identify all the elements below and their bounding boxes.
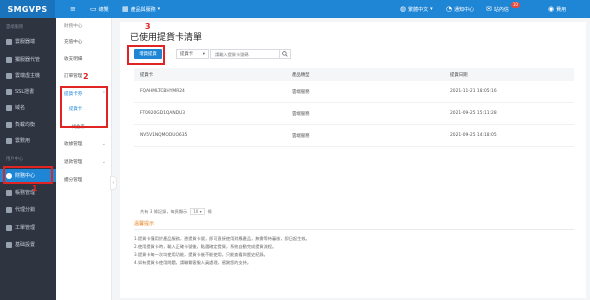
table-row: FQAHMLTCBHYMR24 雲端服務 2021-11-21 18:05:16 bbox=[134, 81, 574, 103]
pager-unit: 條 bbox=[207, 208, 212, 214]
finance-submenu: 財務中心 充值中心 收支明細 訂單管理 提貨卡券 ⌃ 提貨卡 • 代金券 收據管理… bbox=[56, 18, 112, 300]
domain-icon bbox=[6, 104, 12, 111]
rack-icon bbox=[6, 56, 12, 63]
column-header-card: 提貨卡 bbox=[140, 72, 154, 78]
balance-icon bbox=[6, 121, 12, 128]
message-count-badge: 10 bbox=[510, 2, 520, 8]
cell-product-type: 雲端服務 bbox=[292, 133, 310, 139]
billing-icon bbox=[6, 189, 12, 196]
annotation-number-3: 3 bbox=[145, 22, 151, 31]
sidebar-item-load-balance[interactable]: 負載均衡 bbox=[0, 118, 56, 131]
sidebar-item-settings[interactable]: 基础設置 bbox=[0, 238, 56, 251]
hamburger-icon: ≡ bbox=[70, 4, 76, 13]
coin-icon: ◉ bbox=[548, 4, 555, 13]
pager-total: 共有 3 條記錄，每頁顯示 bbox=[140, 208, 188, 214]
mail-icon: ✉ bbox=[486, 4, 492, 13]
submenu-header: 財務中心 bbox=[64, 24, 83, 29]
monitor-icon: ▭ bbox=[90, 4, 97, 13]
submenu-item-refunds[interactable]: 退款管理 ⌄ bbox=[56, 156, 112, 168]
column-header-date: 提貨日期 bbox=[450, 72, 468, 78]
tip-line: 4.如有提貨卡使用問題，請聯繫客服人員處理，感謝您的支持。 bbox=[134, 260, 252, 265]
sidebar-item-cloud-server[interactable]: 雲服器端 bbox=[0, 35, 56, 48]
globe-icon: ◍ bbox=[400, 4, 407, 13]
annotation-box-2 bbox=[60, 86, 108, 128]
sidebar-section-user: 用戶中心 bbox=[6, 157, 24, 162]
chevron-left-icon: ‹ bbox=[112, 180, 115, 186]
annotation-number-2: 2 bbox=[83, 72, 89, 81]
pagination: 共有 3 條記錄，每頁顯示 10 ▾ 條 bbox=[140, 208, 212, 215]
tips-divider bbox=[134, 229, 574, 230]
submenu-item-recharge[interactable]: 充值中心 bbox=[56, 36, 112, 48]
top-bar: SMGVPS ≡ ▭ 總覽 ▦ 產品與服務 ▾ ◍ 繁體中文 ▾ ◔ 通知中心 … bbox=[0, 0, 590, 18]
server-icon bbox=[6, 38, 12, 45]
chevron-down-icon: ⌄ bbox=[101, 141, 106, 147]
cell-card-number: FT0920GD1QANDU3 bbox=[140, 111, 186, 116]
grid-icon: ▦ bbox=[122, 4, 129, 13]
table-header: 提貨卡 產品類型 提貨日期 bbox=[134, 68, 574, 81]
table-row: FT0920GD1QANDU3 雲端服務 2021-09-25 15:11:28 bbox=[134, 103, 574, 125]
search-button[interactable] bbox=[280, 49, 291, 59]
menu-toggle-button[interactable]: ≡ bbox=[70, 4, 76, 14]
database-icon bbox=[6, 137, 12, 144]
page-title: 已使用提貨卡清單 bbox=[130, 33, 203, 43]
brand-logo[interactable]: SMGVPS bbox=[0, 0, 55, 18]
annotation-box-1 bbox=[3, 166, 53, 184]
submenu-collapse-handle[interactable]: ‹ bbox=[110, 176, 117, 190]
tips-list: 1.提貨卡僅用於產品服務，憑提貨卡號，即可直接使用對應產品，無需等待審核，即日起… bbox=[134, 235, 574, 267]
chevron-down-icon: ▾ bbox=[202, 51, 205, 57]
sidebar-item-dedicated[interactable]: 獨服器代管 bbox=[0, 53, 56, 66]
account-menu[interactable]: ◉ 費用 bbox=[548, 4, 566, 14]
products-menu[interactable]: ▦ 產品與服務 ▾ bbox=[122, 4, 160, 14]
sidebar-item-domain[interactable]: 域名 bbox=[0, 101, 56, 114]
messages-link[interactable]: ✉ 站內信 10 bbox=[486, 2, 520, 14]
annotation-number-1: 1 bbox=[32, 184, 38, 193]
sidebar-item-billing[interactable]: 帳務管理 bbox=[0, 186, 56, 199]
bell-icon: ◔ bbox=[446, 4, 453, 13]
submenu-item-receipts[interactable]: 收據管理 ⌄ bbox=[56, 138, 112, 150]
sidebar-item-agent[interactable]: 代理分銷 bbox=[0, 203, 56, 216]
sidebar-item-tickets[interactable]: 工單管理 bbox=[0, 221, 56, 234]
tip-line: 3.提貨卡每一次均使用功能，提貨卡後不能使用，只能查看與歷史紀錄。 bbox=[134, 252, 268, 257]
sidebar-item-ssl[interactable]: SSL證書 bbox=[0, 85, 56, 98]
notifications-link[interactable]: ◔ 通知中心 bbox=[446, 4, 474, 14]
page-size-select[interactable]: 10 ▾ bbox=[190, 208, 205, 215]
sidebar-section-cloud: 雲端服務 bbox=[6, 25, 24, 30]
main-sidebar: 雲端服務 雲服器端 獨服器代管 雲端虛主機 SSL證書 域名 負載均衡 雲數用 … bbox=[0, 18, 56, 300]
table-row: NV5V1NQMODUO635 雲端服務 2021-09-25 14:18:05 bbox=[134, 125, 574, 147]
filter-select[interactable]: 提貨卡 ▾ bbox=[176, 49, 209, 59]
cell-date: 2021-11-21 18:05:16 bbox=[450, 89, 497, 94]
cell-card-number: FQAHMLTCBHYMR24 bbox=[140, 89, 185, 94]
submenu-item-points[interactable]: 續分管理 bbox=[56, 174, 112, 186]
pickup-card-table: 提貨卡 產品類型 提貨日期 FQAHMLTCBHYMR24 雲端服務 2021-… bbox=[134, 68, 574, 147]
main-content: 已使用提貨卡清單 增貨提貨 提貨卡 ▾ 提貨卡 產品類型 提貨日期 FQAHML… bbox=[120, 22, 586, 298]
tip-line: 1.提貨卡僅用於產品服務，憑提貨卡號，即可直接使用對應產品，無需等待審核，即日起… bbox=[134, 236, 310, 241]
column-header-product: 產品類型 bbox=[292, 72, 310, 78]
lock-icon bbox=[6, 88, 12, 95]
settings-icon bbox=[6, 241, 12, 248]
chevron-down-icon: ▾ bbox=[157, 6, 161, 12]
agent-icon bbox=[6, 206, 12, 213]
chevron-down-icon: ⌄ bbox=[101, 159, 106, 165]
cell-date: 2021-09-25 14:18:05 bbox=[450, 133, 497, 138]
tip-line: 2.使用提貨卡時，輸入正確卡號後，點選確定提貨，系統自動完成提貨流程。 bbox=[134, 244, 277, 249]
cell-product-type: 雲端服務 bbox=[292, 111, 310, 117]
console-link[interactable]: ▭ 總覽 bbox=[90, 4, 109, 14]
chevron-down-icon: ▾ bbox=[430, 6, 433, 12]
search-input[interactable] bbox=[210, 49, 280, 59]
language-selector[interactable]: ◍ 繁體中文 ▾ bbox=[400, 4, 433, 14]
host-icon bbox=[6, 72, 12, 79]
search-icon bbox=[282, 51, 288, 57]
cell-product-type: 雲端服務 bbox=[292, 89, 310, 95]
ticket-icon bbox=[6, 224, 12, 231]
sidebar-item-cloud-db[interactable]: 雲數用 bbox=[0, 134, 56, 147]
cell-card-number: NV5V1NQMODUO635 bbox=[140, 133, 188, 138]
submenu-item-transactions[interactable]: 收支明細 bbox=[56, 53, 112, 65]
sidebar-item-virtual-host[interactable]: 雲端虛主機 bbox=[0, 69, 56, 82]
cell-date: 2021-09-25 15:11:28 bbox=[450, 111, 497, 116]
annotation-box-3 bbox=[127, 45, 165, 65]
